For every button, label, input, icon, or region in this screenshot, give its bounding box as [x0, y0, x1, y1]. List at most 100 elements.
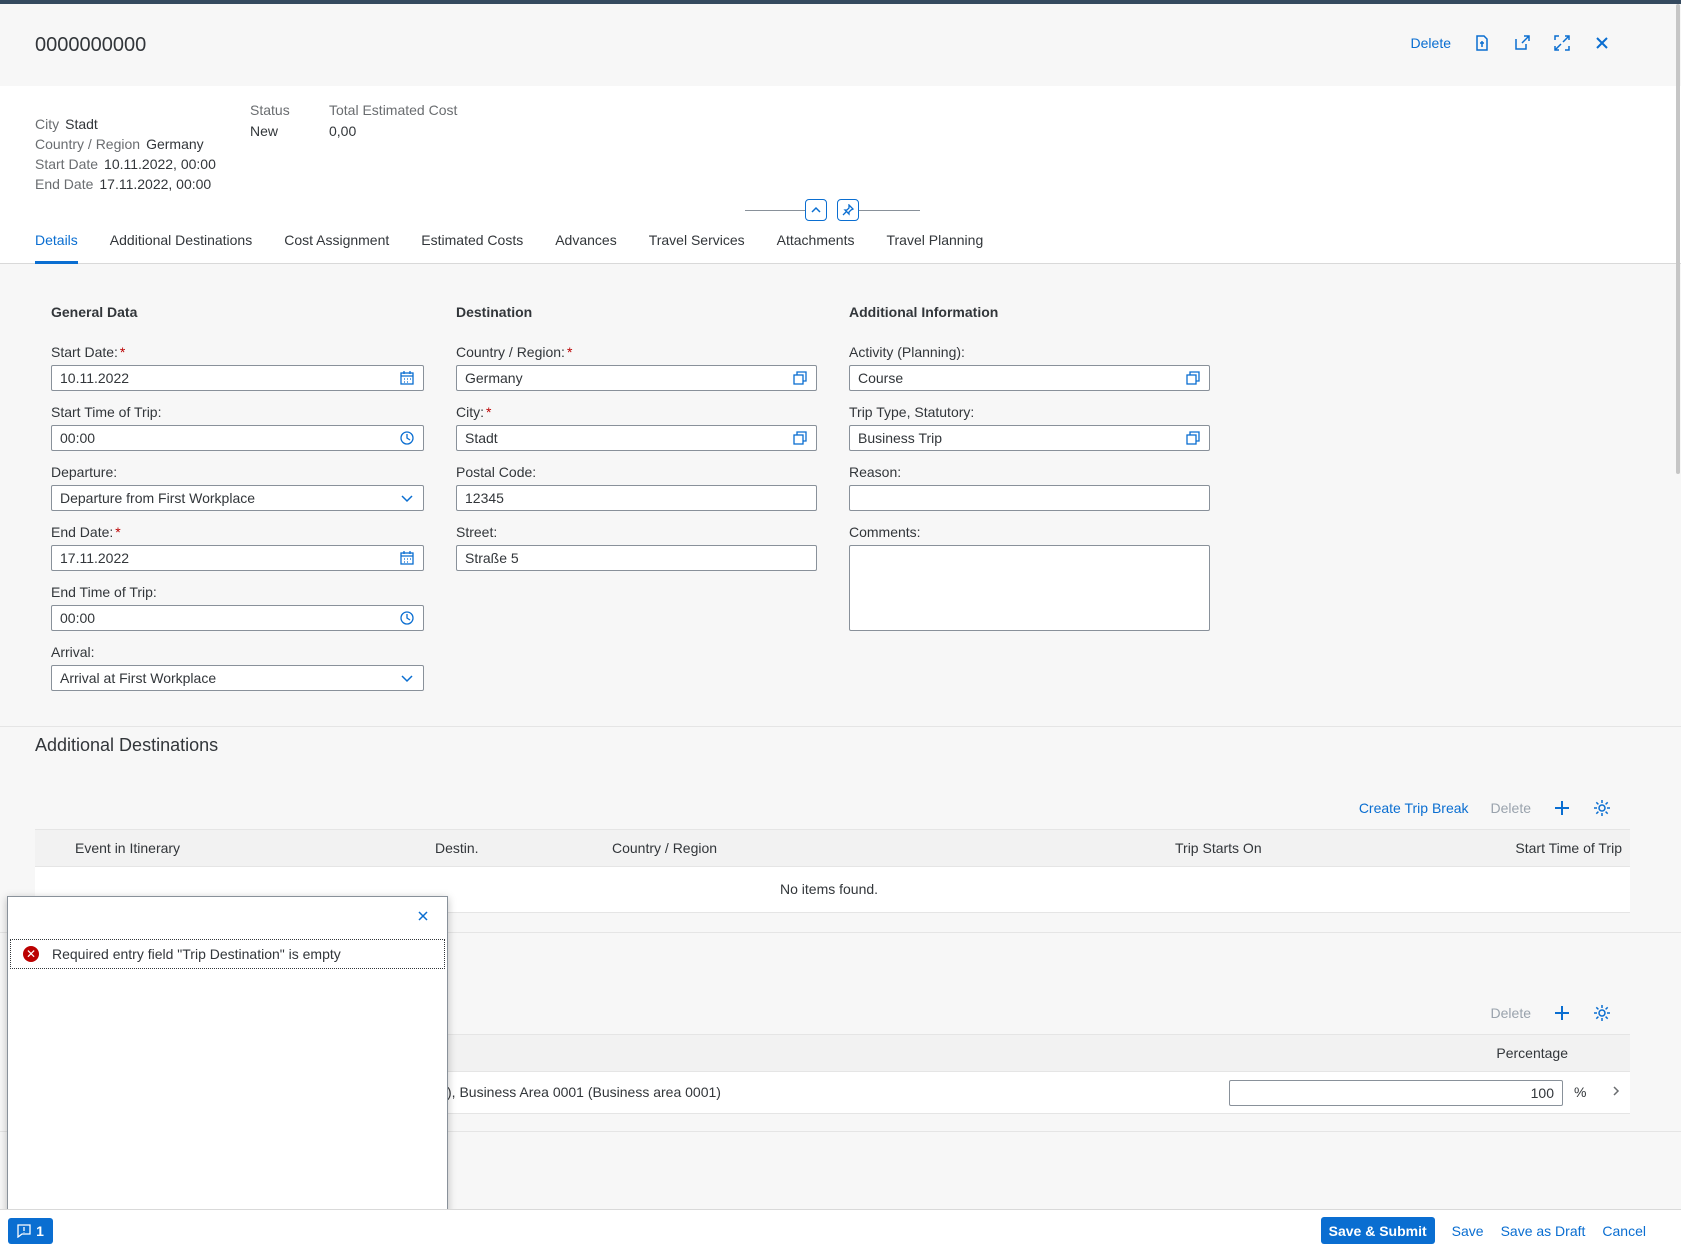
- total-cost-kpi: Total Estimated Cost 0,00: [329, 102, 458, 139]
- collapser-line: [745, 210, 805, 211]
- calendar-icon[interactable]: [399, 550, 415, 566]
- start-date-label: Start Date: *: [51, 344, 126, 360]
- time-icon[interactable]: [399, 610, 415, 626]
- value-help-icon[interactable]: [792, 370, 808, 386]
- departure-label: Departure:: [51, 464, 118, 480]
- col-country[interactable]: Country / Region: [612, 840, 717, 856]
- start-time-label: Start Time of Trip:: [51, 404, 162, 420]
- settings-icon[interactable]: [1593, 799, 1611, 817]
- country-label: Country / Region: *: [456, 344, 573, 360]
- comments-textarea[interactable]: [849, 545, 1210, 631]
- additional-info-title: Additional Information: [849, 304, 999, 320]
- cost-assignment-toolbar: Delete: [1491, 1004, 1611, 1022]
- close-icon[interactable]: [1593, 34, 1611, 52]
- reason-label: Reason:: [849, 464, 902, 480]
- attr-city: City Stadt: [35, 116, 98, 132]
- header-actions: Delete: [1411, 34, 1611, 52]
- status-kpi: Status New: [250, 102, 290, 139]
- section-divider: [0, 726, 1681, 727]
- postal-code-field[interactable]: 12345: [456, 485, 817, 511]
- save-button[interactable]: Save: [1452, 1223, 1484, 1239]
- destinations-table-header: Event in Itinerary Destin. Country / Reg…: [35, 829, 1630, 867]
- page-title: 0000000000: [35, 34, 147, 56]
- delete-destination-button[interactable]: Delete: [1491, 800, 1531, 816]
- save-draft-button[interactable]: Save as Draft: [1501, 1223, 1586, 1239]
- delete-button[interactable]: Delete: [1411, 35, 1451, 51]
- pin-header-button[interactable]: [837, 199, 859, 221]
- additional-destinations-title: Additional Destinations: [35, 735, 219, 755]
- chevron-down-icon[interactable]: [399, 670, 415, 686]
- value-help-icon[interactable]: [792, 430, 808, 446]
- comments-label: Comments:: [849, 524, 921, 540]
- street-field[interactable]: Straße 5: [456, 545, 817, 571]
- calendar-icon[interactable]: [399, 370, 415, 386]
- share-icon[interactable]: [1513, 34, 1531, 52]
- create-trip-break-button[interactable]: Create Trip Break: [1359, 800, 1469, 816]
- tab-travel-planning[interactable]: Travel Planning: [886, 232, 983, 262]
- cancel-button[interactable]: Cancel: [1602, 1223, 1646, 1239]
- pin-icon: [842, 204, 854, 216]
- message-item[interactable]: ✕ Required entry field "Trip Destination…: [10, 939, 445, 969]
- country-field[interactable]: Germany: [456, 365, 817, 391]
- delete-cost-button[interactable]: Delete: [1491, 1005, 1531, 1021]
- page-header: 0000000000 Delete: [0, 4, 1681, 86]
- collapse-header-button[interactable]: [805, 199, 827, 221]
- reason-field[interactable]: [849, 485, 1210, 511]
- col-destin[interactable]: Destin.: [435, 840, 479, 856]
- attr-start-date: Start Date 10.11.2022, 00:00: [35, 156, 216, 172]
- city-field[interactable]: Stadt: [456, 425, 817, 451]
- tab-details[interactable]: Details: [35, 232, 78, 264]
- end-date-field[interactable]: 17.11.2022: [51, 545, 424, 571]
- tab-advances[interactable]: Advances: [555, 232, 616, 262]
- tab-estimated-costs[interactable]: Estimated Costs: [421, 232, 523, 262]
- end-date-label: End Date: *: [51, 524, 121, 540]
- col-start-time[interactable]: Start Time of Trip: [1515, 840, 1622, 856]
- pdf-icon[interactable]: [1473, 34, 1491, 52]
- col-event[interactable]: Event in Itinerary: [75, 840, 180, 856]
- general-data-title: General Data: [51, 304, 138, 320]
- message-popover-button[interactable]: 1: [8, 1218, 53, 1244]
- add-icon[interactable]: [1553, 1004, 1571, 1022]
- chevron-down-icon[interactable]: [399, 490, 415, 506]
- save-submit-button[interactable]: Save & Submit: [1320, 1217, 1435, 1244]
- message-icon: [17, 1224, 31, 1238]
- footer-bar: 1 Save & Submit Save Save as Draft Cance…: [0, 1209, 1681, 1249]
- time-icon[interactable]: [399, 430, 415, 446]
- close-icon[interactable]: [417, 909, 429, 927]
- street-label: Street:: [456, 524, 498, 540]
- end-time-field[interactable]: 00:00: [51, 605, 424, 631]
- value-help-icon[interactable]: [1185, 430, 1201, 446]
- col-trip-starts[interactable]: Trip Starts On: [1175, 840, 1262, 856]
- activity-field[interactable]: Course: [849, 365, 1210, 391]
- scrollbar-thumb[interactable]: [1676, 4, 1680, 474]
- tab-cost-assignment[interactable]: Cost Assignment: [284, 232, 389, 262]
- trip-type-label: Trip Type, Statutory:: [849, 404, 975, 420]
- cost-object-text: ), Business Area 0001 (Business area 000…: [447, 1084, 721, 1100]
- add-icon[interactable]: [1553, 799, 1571, 817]
- destination-title: Destination: [456, 304, 533, 320]
- trip-type-field[interactable]: Business Trip: [849, 425, 1210, 451]
- departure-select[interactable]: Departure from First Workplace: [51, 485, 424, 511]
- arrival-select[interactable]: Arrival at First Workplace: [51, 665, 424, 691]
- tab-attachments[interactable]: Attachments: [777, 232, 855, 262]
- col-percentage[interactable]: Percentage: [1496, 1045, 1568, 1061]
- attr-end-date: End Date 17.11.2022, 00:00: [35, 176, 212, 192]
- start-time-field[interactable]: 00:00: [51, 425, 424, 451]
- activity-label: Activity (Planning):: [849, 344, 965, 360]
- settings-icon[interactable]: [1593, 1004, 1611, 1022]
- chevron-up-icon: [811, 206, 821, 213]
- fullscreen-icon[interactable]: [1553, 34, 1571, 52]
- arrival-label: Arrival:: [51, 644, 95, 660]
- tab-bar: Details Additional Destinations Cost Ass…: [35, 232, 983, 264]
- tab-additional-destinations[interactable]: Additional Destinations: [110, 232, 252, 262]
- scrollbar[interactable]: [1675, 4, 1681, 1204]
- footer-actions: Save & Submit Save Save as Draft Cancel: [1320, 1217, 1646, 1244]
- percentage-field[interactable]: 100: [1229, 1080, 1563, 1106]
- chevron-right-icon[interactable]: [1610, 1084, 1622, 1100]
- postal-code-label: Postal Code:: [456, 464, 537, 480]
- start-date-field[interactable]: 10.11.2022: [51, 365, 424, 391]
- no-items-text: No items found.: [780, 881, 879, 897]
- tab-travel-services[interactable]: Travel Services: [649, 232, 745, 262]
- value-help-icon[interactable]: [1185, 370, 1201, 386]
- destinations-toolbar: Create Trip Break Delete: [1359, 799, 1611, 817]
